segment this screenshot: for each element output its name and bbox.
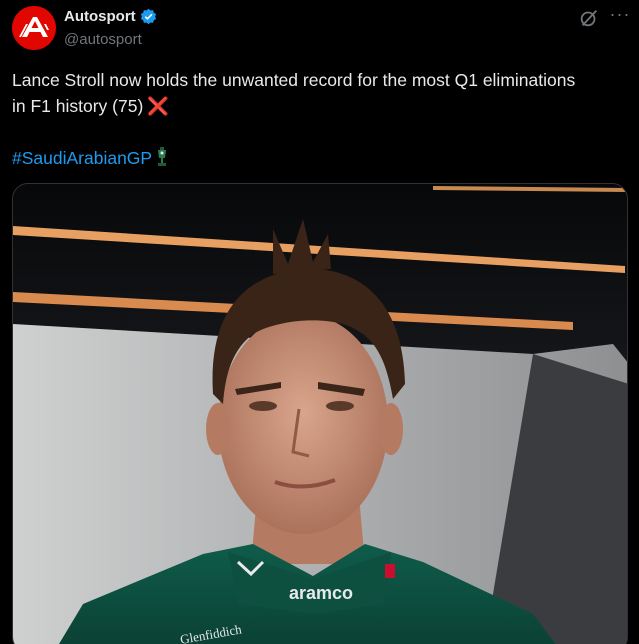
trophy-emoji-icon <box>154 146 170 168</box>
tweet-text-line-2: in F1 history (75) ❌ <box>12 93 632 119</box>
more-options-button[interactable]: ··· <box>609 5 631 29</box>
tweet-text: Lance Stroll now holds the unwanted reco… <box>12 67 632 119</box>
hashtag-row: #SaudiArabianGP <box>12 145 170 171</box>
suit-sponsor-aramco: aramco <box>289 583 353 603</box>
author-handle[interactable]: @autosport <box>64 31 142 48</box>
autosport-logo-icon <box>12 6 56 50</box>
hashtag-link[interactable]: #SaudiArabianGP <box>12 148 152 168</box>
author-name-row: Autosport <box>64 8 157 25</box>
tweet-text-line-2-text: in F1 history (75) <box>12 96 144 116</box>
display-name[interactable]: Autosport <box>64 8 136 25</box>
driver-portrait-photo: aramco Glenfiddich <box>13 184 627 644</box>
tweet-card: Autosport @autosport ··· Lance Stroll no… <box>0 0 639 644</box>
avatar[interactable] <box>12 6 56 50</box>
tweet-photo[interactable]: aramco Glenfiddich <box>12 183 628 644</box>
verified-badge-icon <box>140 8 157 25</box>
tweet-text-line-1: Lance Stroll now holds the unwanted reco… <box>12 70 576 90</box>
cross-mark-emoji: ❌ <box>147 96 170 116</box>
grok-icon[interactable] <box>578 7 602 31</box>
